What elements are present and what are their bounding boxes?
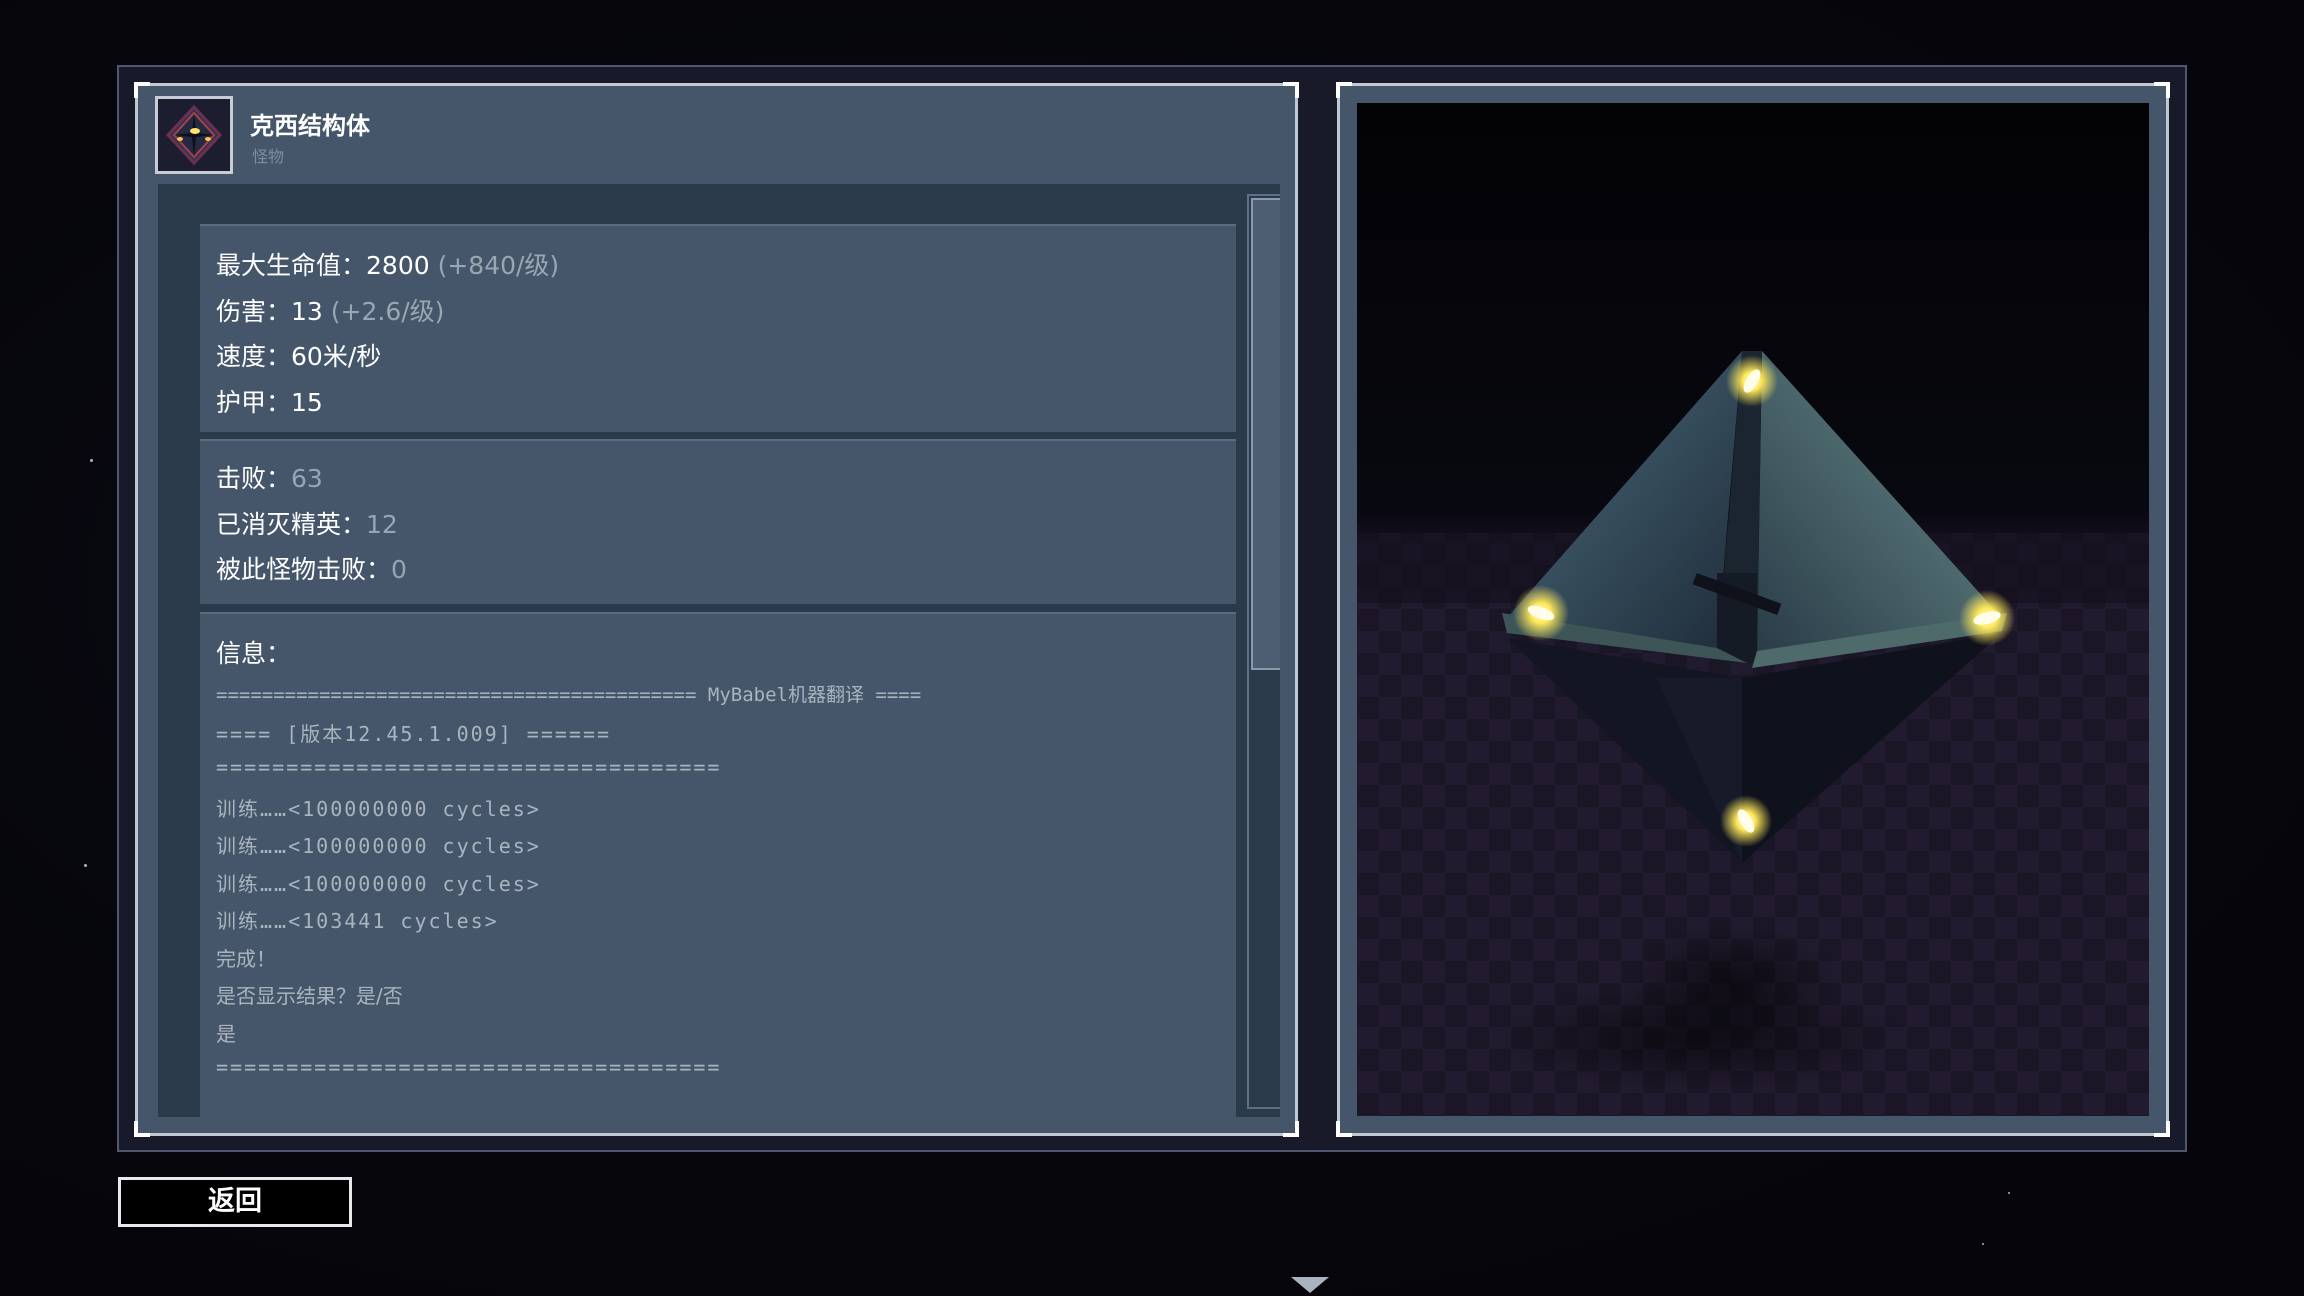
stat-label: 最大生命值： bbox=[216, 251, 367, 280]
panel-corner bbox=[134, 82, 150, 98]
lore-line: ========================================… bbox=[216, 684, 922, 706]
info-scrollbar[interactable] bbox=[1247, 194, 1280, 1109]
monster-name: 克西结构体 bbox=[250, 112, 370, 140]
record-value: 12 bbox=[366, 510, 398, 539]
record-elite-kills: 已消灭精英：12 bbox=[216, 505, 398, 541]
stat-speed: 速度：60米/秒 bbox=[216, 337, 381, 373]
lore-section: 信息： ====================================… bbox=[200, 612, 1236, 1117]
stat-max-hp: 最大生命值：2800 (+840/级) bbox=[216, 246, 559, 282]
panel-corner bbox=[1336, 82, 1352, 98]
stat-value: 13 bbox=[291, 297, 323, 326]
record-deaths: 被此怪物击败：0 bbox=[216, 550, 407, 586]
stat-value: 60米/秒 bbox=[291, 342, 382, 371]
lore-line: 训练……<103441 cycles> bbox=[216, 909, 499, 933]
lore-line: ==== [版本12.45.1.009] ====== bbox=[216, 722, 612, 746]
background-star bbox=[1982, 1243, 1984, 1245]
record-kills: 击败：63 bbox=[216, 459, 323, 495]
model-viewport[interactable] bbox=[1357, 103, 2149, 1116]
monster-type: 怪物 bbox=[252, 147, 285, 166]
stat-label: 速度： bbox=[216, 342, 292, 371]
stat-value: 15 bbox=[291, 388, 323, 417]
lore-line: 是否显示结果？是/否 bbox=[216, 984, 403, 1008]
lore-line: 训练……<100000000 cycles> bbox=[216, 834, 541, 858]
lore-line: ==================================== bbox=[216, 755, 722, 779]
stat-growth: (+2.6/级) bbox=[330, 297, 445, 326]
stat-growth: (+840/级) bbox=[437, 251, 560, 280]
record-value: 63 bbox=[291, 464, 323, 493]
panel-corner bbox=[2154, 1121, 2170, 1137]
background-star bbox=[90, 459, 93, 462]
stat-value: 2800 bbox=[366, 251, 430, 280]
panel-corner bbox=[2154, 82, 2170, 98]
chevron-down-icon[interactable] bbox=[1291, 1277, 1329, 1293]
lore-line: 是 bbox=[216, 1022, 236, 1046]
panel-corner bbox=[134, 1121, 150, 1137]
stat-armor: 护甲：15 bbox=[216, 383, 323, 419]
lore-line: 训练……<100000000 cycles> bbox=[216, 872, 541, 896]
record-label: 击败： bbox=[216, 464, 292, 493]
record-section: 击败：63 已消灭精英：12 被此怪物击败：0 bbox=[200, 439, 1236, 604]
background-star bbox=[2008, 1192, 2010, 1194]
background-star bbox=[84, 864, 87, 867]
lore-line: 完成！ bbox=[216, 947, 276, 971]
record-value: 0 bbox=[391, 555, 407, 584]
lore-line: 训练……<100000000 cycles> bbox=[216, 797, 541, 821]
scrollbar-thumb[interactable] bbox=[1251, 198, 1280, 670]
panel-corner bbox=[1336, 1121, 1352, 1137]
stat-label: 护甲： bbox=[216, 388, 292, 417]
record-label: 被此怪物击败： bbox=[216, 555, 392, 584]
stat-label: 伤害： bbox=[216, 297, 292, 326]
xi-construct-portrait-icon bbox=[158, 99, 230, 171]
back-button[interactable]: 返回 bbox=[118, 1177, 352, 1227]
lore-title: 信息： bbox=[216, 639, 292, 668]
monster-info-panel: 克西结构体 怪物 最大生命值：2800 (+840/级) 伤害：13 (+2.6… bbox=[134, 82, 1299, 1137]
stats-section: 最大生命值：2800 (+840/级) 伤害：13 (+2.6/级) 速度：60… bbox=[200, 224, 1236, 432]
record-label: 已消灭精英： bbox=[216, 510, 367, 539]
xi-construct-model bbox=[1357, 103, 2149, 1116]
panel-corner bbox=[1283, 82, 1299, 98]
stat-damage: 伤害：13 (+2.6/级) bbox=[216, 292, 444, 328]
lore-line: ==================================== bbox=[216, 1055, 722, 1079]
panel-corner bbox=[1283, 1121, 1299, 1137]
monster-portrait bbox=[155, 96, 233, 174]
info-scroll-area[interactable]: 最大生命值：2800 (+840/级) 伤害：13 (+2.6/级) 速度：60… bbox=[158, 184, 1280, 1117]
model-preview-panel bbox=[1336, 82, 2170, 1137]
